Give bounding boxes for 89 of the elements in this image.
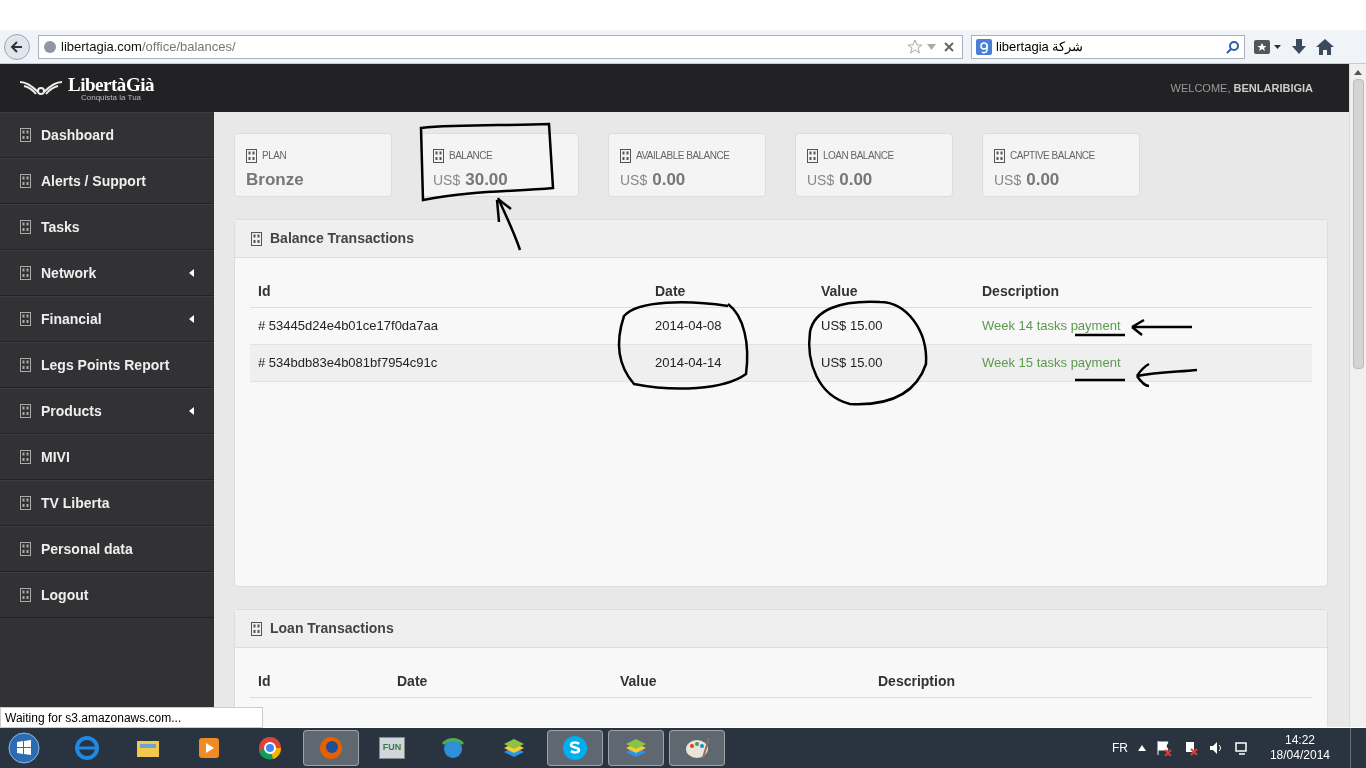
glyph-box-icon bbox=[20, 496, 31, 510]
sidebar-item[interactable]: Financial bbox=[0, 296, 214, 342]
home-icon[interactable] bbox=[1315, 37, 1335, 56]
glyph-box-icon bbox=[20, 588, 31, 602]
sidebar-item[interactable]: Personal data bbox=[0, 526, 214, 572]
google-icon[interactable] bbox=[976, 38, 992, 55]
logo[interactable]: LibertàGià Conquista la Tua bbox=[18, 74, 155, 102]
sidebar-item[interactable]: Network bbox=[0, 250, 214, 296]
column-header: Id bbox=[257, 672, 272, 691]
column-header: Date bbox=[396, 672, 429, 691]
table-cell-text: 2014-04-08 bbox=[654, 317, 723, 336]
panel-title: Balance Transactions bbox=[270, 229, 414, 248]
close-icon[interactable] bbox=[944, 41, 954, 52]
clock[interactable]: 14:22 18/04/2014 bbox=[1259, 733, 1340, 763]
chrome-icon bbox=[256, 734, 284, 762]
table-cell-text: 2014-04-14 bbox=[654, 354, 723, 373]
currency-text: US$ bbox=[994, 171, 1022, 190]
table-cell-text: # 534bdb83e4b081bf7954c91c bbox=[257, 354, 439, 373]
scroll-up-icon[interactable] bbox=[1354, 70, 1362, 75]
glyph-box-icon bbox=[20, 220, 31, 234]
stat-value: 0.00 bbox=[839, 169, 873, 191]
star-icon[interactable] bbox=[907, 38, 923, 55]
currency-text: US$ bbox=[433, 171, 461, 190]
stat-value: 0.00 bbox=[1026, 169, 1060, 191]
glyph-box-icon bbox=[251, 231, 262, 246]
table-cell-text: US$ 15.00 bbox=[820, 354, 884, 373]
currency-text: US$ bbox=[620, 171, 648, 190]
currency-text: US$ bbox=[807, 171, 835, 190]
search-icon[interactable] bbox=[1226, 39, 1240, 54]
skype-icon bbox=[561, 734, 589, 762]
column-header: Id bbox=[257, 282, 272, 301]
sidebar-item[interactable]: Alerts / Support bbox=[0, 158, 214, 204]
glyph-box-icon bbox=[20, 404, 31, 418]
tray-arrow-icon[interactable] bbox=[1137, 745, 1146, 751]
stat-label: BALANCE bbox=[449, 149, 493, 163]
stat-label: PLAN bbox=[262, 149, 287, 163]
scrollbar[interactable] bbox=[1349, 64, 1366, 727]
column-header: Description bbox=[877, 672, 956, 691]
taskbar-button[interactable] bbox=[547, 730, 603, 766]
search-field[interactable]: libertagia شركة bbox=[971, 34, 1245, 59]
sidebar-item[interactable]: Dashboard bbox=[0, 112, 214, 158]
sidebar-item[interactable]: Logout bbox=[0, 572, 214, 618]
glyph-box-icon bbox=[20, 312, 31, 326]
taskbar-button[interactable] bbox=[669, 730, 725, 766]
language-indicator[interactable]: FR bbox=[1111, 739, 1128, 757]
panel-title: Loan Transactions bbox=[270, 619, 394, 638]
column-header: Value bbox=[619, 672, 658, 691]
speaker-icon[interactable] bbox=[1207, 740, 1224, 756]
glyph-box-icon bbox=[20, 174, 31, 188]
table-cell-text: # 53445d24e4b01ce17f0da7aa bbox=[257, 317, 439, 336]
sidebar-item[interactable]: Products bbox=[0, 388, 214, 434]
sidebar-item[interactable]: Tasks bbox=[0, 204, 214, 250]
bookmarks-icon[interactable] bbox=[1253, 37, 1283, 56]
sidebar-item[interactable]: Legs Points Report bbox=[0, 342, 214, 388]
column-header: Description bbox=[981, 282, 1060, 301]
glyph-box-icon bbox=[251, 621, 262, 636]
column-header: Date bbox=[654, 282, 687, 301]
back-button[interactable] bbox=[4, 33, 30, 60]
annotation-arrow bbox=[495, 196, 522, 252]
stat-label: LOAN BALANCE bbox=[823, 149, 894, 163]
glyph-box-icon bbox=[20, 450, 31, 464]
glyph-box-icon bbox=[20, 542, 31, 556]
windows-logo-icon bbox=[8, 732, 40, 764]
column-header: Value bbox=[820, 282, 859, 301]
sidebar-item[interactable]: MIVI bbox=[0, 434, 214, 480]
welcome-text: WELCOME, BENLARIBIGIA bbox=[1170, 80, 1314, 96]
stat-value: Bronze bbox=[246, 169, 304, 191]
back-arrow-icon bbox=[10, 39, 24, 54]
table-cell-text: US$ 15.00 bbox=[820, 317, 884, 336]
glyph-box-icon bbox=[620, 148, 631, 163]
stat-value: 0.00 bbox=[652, 169, 686, 191]
stat-value: 30.00 bbox=[465, 169, 508, 191]
stat-label: AVAILABLE BALANCE bbox=[636, 149, 730, 163]
address-field[interactable]: libertagia.com/office/balances/ bbox=[38, 34, 963, 59]
stat-label: CAPTIVE BALANCE bbox=[1010, 149, 1095, 163]
status-text: Waiting for s3.amazonaws.com... bbox=[0, 707, 263, 728]
flag-icon[interactable] bbox=[1155, 740, 1172, 756]
download-icon[interactable] bbox=[1291, 37, 1307, 56]
sidebar-item[interactable]: TV Liberta bbox=[0, 480, 214, 526]
glyph-box-icon bbox=[20, 266, 31, 280]
url-text: libertagia.com/office/balances/ bbox=[61, 37, 237, 56]
glyph-box-icon bbox=[994, 148, 1005, 163]
search-text: libertagia شركة bbox=[996, 37, 1085, 56]
glyph-box-icon bbox=[807, 148, 818, 163]
glyph-box-icon bbox=[246, 148, 257, 163]
glyph-box-icon bbox=[20, 128, 31, 142]
monitor-icon[interactable] bbox=[1233, 740, 1250, 756]
glyph-box-icon bbox=[433, 148, 444, 163]
glyph-box-icon bbox=[20, 358, 31, 372]
